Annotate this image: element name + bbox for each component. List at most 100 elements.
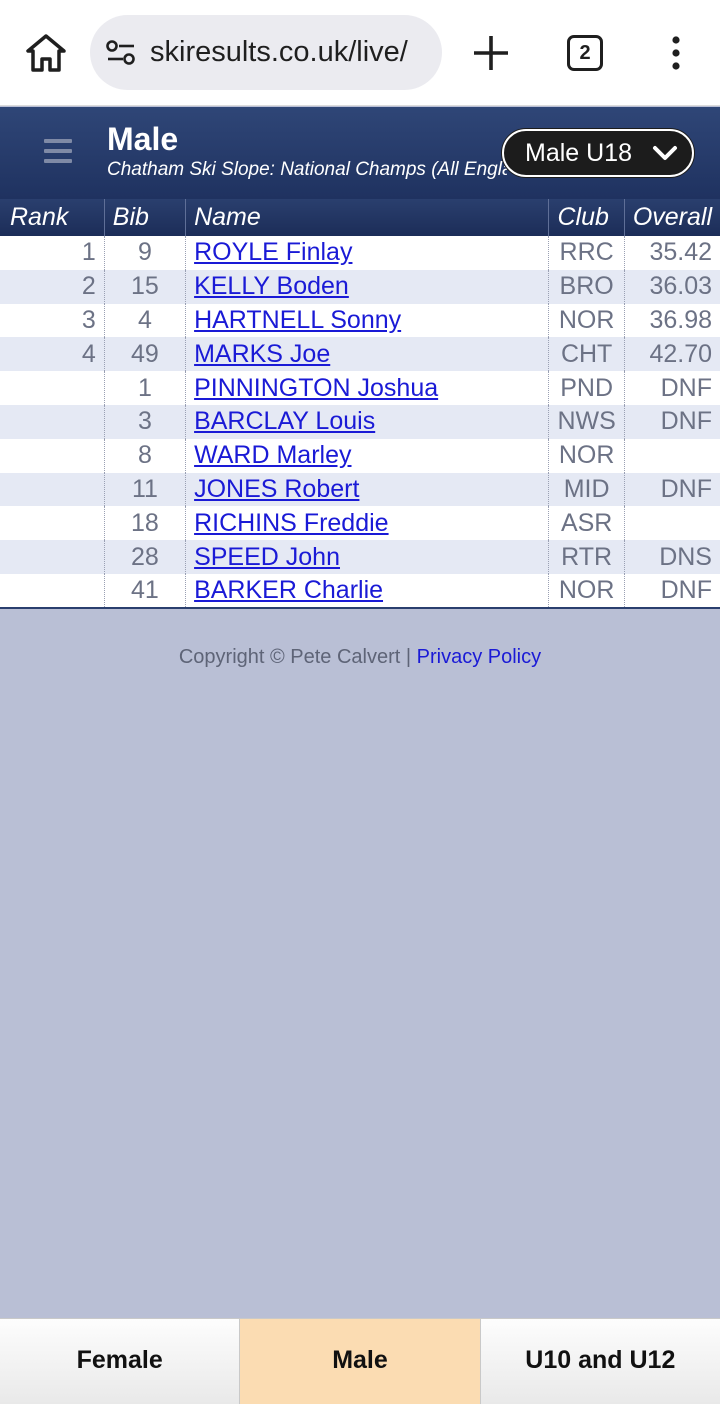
rank-cell: 3	[0, 303, 105, 338]
home-icon[interactable]	[24, 32, 68, 74]
athlete-name-link[interactable]: PINNINGTON Joshua	[194, 374, 438, 402]
results-table: Rank Bib Name Club Overall 1 9 ROYLE Finla…	[0, 199, 720, 609]
athlete-name-link[interactable]: JONES Robert	[194, 475, 359, 503]
category-select-value: Male U18	[525, 139, 632, 167]
table-row: 11 JONES Robert MID DNF	[0, 472, 720, 507]
overall-time-cell: 35.42	[623, 236, 720, 270]
category-tab-bar: Female Male U10 and U12	[0, 1318, 720, 1404]
bib-cell: 15	[103, 269, 186, 304]
tab-switcher-icon[interactable]: 2	[567, 35, 603, 71]
rank-cell: 1	[0, 236, 105, 270]
copyright-text: Copyright © Pete Calvert |	[178, 646, 417, 668]
column-header-name[interactable]: Name	[185, 199, 549, 236]
club-cell: PND	[548, 371, 625, 405]
athlete-name-link[interactable]: WARD Marley	[194, 441, 351, 469]
bib-cell: 4	[103, 303, 186, 338]
name-cell: WARD Marley	[185, 438, 549, 473]
athlete-name-link[interactable]: MARKS Joe	[194, 340, 330, 368]
name-cell: BARKER Charlie	[185, 573, 549, 609]
athlete-name-link[interactable]: SPEED John	[194, 543, 340, 571]
overall-time-cell: 42.70	[623, 337, 720, 372]
overall-time-cell: 36.03	[623, 269, 720, 304]
table-row: 28 SPEED John RTR DNS	[0, 540, 720, 574]
overall-time-cell	[623, 506, 720, 541]
bib-cell: 28	[103, 540, 186, 574]
rank-cell	[0, 573, 105, 609]
column-header-rank[interactable]: Rank	[0, 199, 105, 236]
overall-time-cell: 36.98	[623, 303, 720, 338]
column-header-club[interactable]: Club	[548, 199, 625, 236]
tab-male[interactable]: Male	[240, 1319, 481, 1404]
bib-cell: 3	[103, 404, 186, 439]
athlete-name-link[interactable]: ROYLE Finlay	[194, 238, 352, 266]
athlete-name-link[interactable]: RICHINS Freddie	[194, 509, 389, 537]
chevron-down-icon	[653, 146, 677, 160]
page-title: Male	[107, 121, 179, 157]
name-cell: BARCLAY Louis	[185, 404, 549, 439]
tab-u10-u12[interactable]: U10 and U12	[480, 1319, 720, 1404]
name-cell: MARKS Joe	[185, 337, 549, 372]
table-row: 4 49 MARKS Joe CHT 42.70	[0, 337, 720, 372]
club-cell: RTR	[548, 540, 625, 574]
page-header: Male Chatham Ski Slope: National Champs …	[0, 107, 720, 199]
name-cell: KELLY Boden	[185, 269, 549, 304]
rank-cell	[0, 506, 105, 541]
name-cell: HARTNELL Sonny	[185, 303, 549, 338]
club-cell: NOR	[548, 573, 625, 609]
club-cell: ASR	[548, 506, 625, 541]
name-cell: JONES Robert	[185, 472, 549, 507]
tab-female[interactable]: Female	[0, 1319, 241, 1404]
athlete-name-link[interactable]: BARCLAY Louis	[194, 407, 375, 435]
overall-time-cell: DNF	[623, 573, 720, 609]
copyright-footer: Copyright © Pete Calvert | Privacy Polic…	[0, 646, 720, 669]
overall-time-cell	[623, 438, 720, 473]
column-header-overall[interactable]: Overall	[623, 199, 720, 236]
name-cell: PINNINGTON Joshua	[185, 371, 549, 405]
name-cell: RICHINS Freddie	[185, 506, 549, 541]
rank-cell: 4	[0, 337, 105, 372]
club-cell: NWS	[548, 404, 625, 439]
rank-cell	[0, 371, 105, 405]
table-row: 3 4 HARTNELL Sonny NOR 36.98	[0, 303, 720, 338]
rank-cell	[0, 438, 105, 473]
club-cell: CHT	[548, 337, 625, 372]
table-row: 8 WARD Marley NOR	[0, 438, 720, 473]
rank-cell	[0, 404, 105, 439]
column-header-bib[interactable]: Bib	[103, 199, 186, 236]
overall-time-cell: DNF	[623, 404, 720, 439]
table-row: 1 9 ROYLE Finlay RRC 35.42	[0, 236, 720, 270]
overall-time-cell: DNS	[623, 540, 720, 574]
more-vert-icon[interactable]	[666, 36, 686, 72]
overall-time-cell: DNF	[623, 371, 720, 405]
athlete-name-link[interactable]: HARTNELL Sonny	[194, 306, 401, 334]
club-cell: MID	[548, 472, 625, 507]
athlete-name-link[interactable]: BARKER Charlie	[194, 576, 383, 604]
plus-icon[interactable]	[472, 34, 510, 72]
bib-cell: 8	[103, 438, 186, 473]
bib-cell: 49	[103, 337, 186, 372]
club-cell: RRC	[548, 236, 625, 270]
browser-toolbar: skiresults.co.uk/live/ 2	[0, 0, 720, 106]
bib-cell: 41	[103, 573, 186, 609]
table-row: 41 BARKER Charlie NOR DNF	[0, 573, 720, 609]
privacy-policy-link[interactable]: Privacy Policy	[417, 646, 541, 668]
rank-cell: 2	[0, 269, 105, 304]
rank-cell	[0, 540, 105, 574]
event-subtitle: Chatham Ski Slope: National Champs (All …	[107, 159, 507, 180]
hamburger-icon[interactable]	[44, 139, 72, 163]
bib-cell: 18	[103, 506, 186, 541]
club-cell: NOR	[548, 438, 625, 473]
site-settings-icon[interactable]	[106, 39, 136, 67]
category-select[interactable]: Male U18	[502, 129, 694, 177]
club-cell: BRO	[548, 269, 625, 304]
table-header-row: Rank Bib Name Club Overall	[0, 199, 720, 236]
url-text[interactable]: skiresults.co.uk/live/	[150, 36, 432, 69]
club-cell: NOR	[548, 303, 625, 338]
athlete-name-link[interactable]: KELLY Boden	[194, 272, 349, 300]
table-row: 2 15 KELLY Boden BRO 36.03	[0, 269, 720, 304]
name-cell: ROYLE Finlay	[185, 236, 549, 270]
bib-cell: 11	[103, 472, 186, 507]
address-bar[interactable]: skiresults.co.uk/live/	[90, 15, 442, 90]
bib-cell: 1	[103, 371, 186, 405]
table-row: 3 BARCLAY Louis NWS DNF	[0, 404, 720, 439]
